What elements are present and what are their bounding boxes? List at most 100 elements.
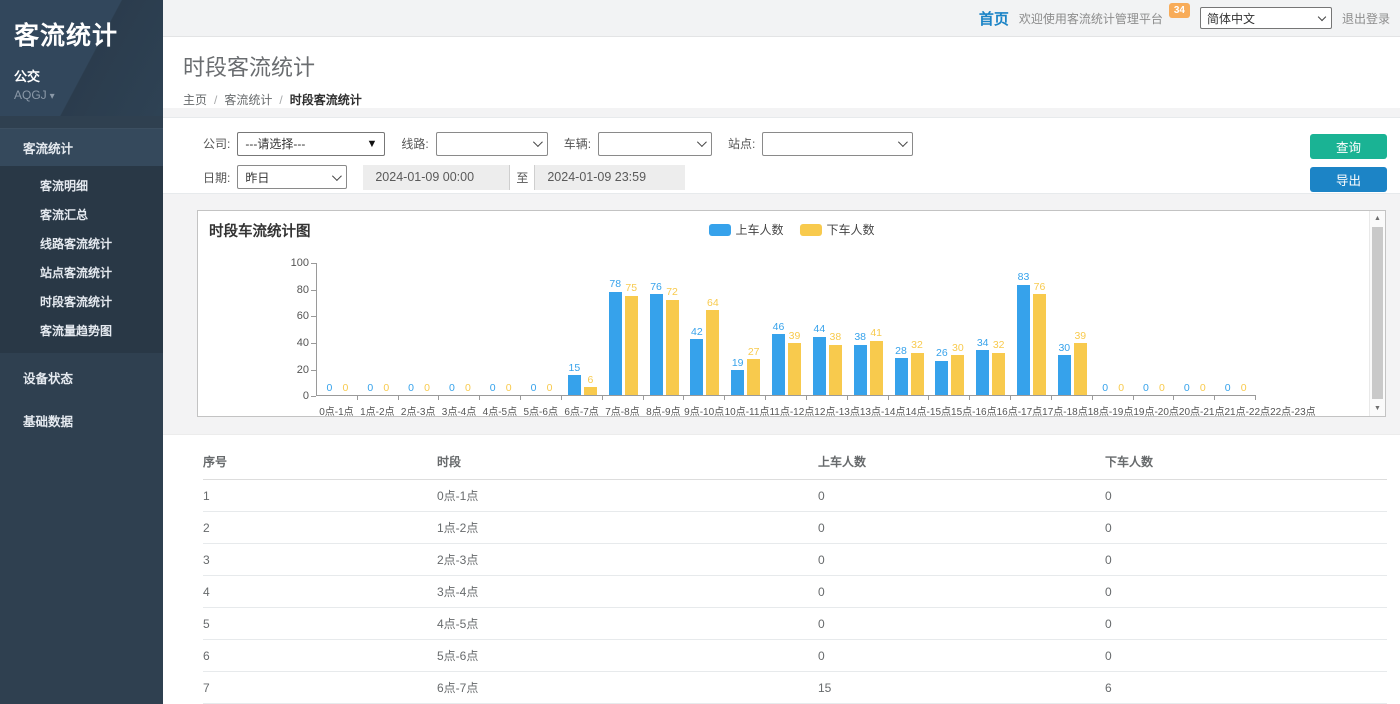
line-label: 线路: <box>401 135 428 152</box>
bar[interactable] <box>813 337 826 396</box>
scrollbar-thumb[interactable] <box>1372 227 1383 399</box>
spacer <box>163 108 1400 117</box>
sidebar-subitem-5[interactable]: 客流量趋势图 <box>0 316 163 345</box>
sidebar-nav: 客流统计 客流明细客流汇总线路客流统计站点客流统计时段客流统计客流量趋势图 设备… <box>0 128 163 439</box>
bar-column: 32 <box>911 340 924 395</box>
bar[interactable] <box>829 345 842 396</box>
bar[interactable] <box>1017 285 1030 395</box>
bar-value-label: 0 <box>1159 383 1165 394</box>
notification-badge[interactable]: 34 <box>1169 3 1190 18</box>
y-axis-tick-label: 80 <box>273 284 309 296</box>
legend-entry-0[interactable]: 上车人数 <box>708 221 783 238</box>
sidebar-item-base-data[interactable]: 基础数据 <box>0 402 163 439</box>
x-axis-category-label: 19点-20点 <box>1133 403 1179 418</box>
sidebar-subitem-1[interactable]: 客流汇总 <box>0 200 163 229</box>
bar[interactable] <box>951 355 964 395</box>
bar-value-label: 72 <box>666 287 678 298</box>
breadcrumb-home[interactable]: 主页 <box>183 91 207 108</box>
spacer <box>163 194 1400 211</box>
filter-row-1: 公司: ---请选择--- ▼ 线路: 车辆: 站点: <box>203 132 913 156</box>
bar-value-label: 19 <box>732 358 744 369</box>
bar[interactable] <box>650 294 663 395</box>
bar[interactable] <box>731 370 744 395</box>
table-cell: 4 <box>203 576 437 608</box>
sidebar-subitem-0[interactable]: 客流明细 <box>0 171 163 200</box>
date-to-input[interactable]: 2024-01-09 23:59 <box>535 165 685 190</box>
bar[interactable] <box>625 296 638 396</box>
spacer <box>163 417 1400 434</box>
legend-entry-1[interactable]: 下车人数 <box>800 221 875 238</box>
chart-scrollbar[interactable]: ▲ ▼ <box>1369 211 1385 416</box>
y-axis-tick-mark <box>311 370 316 371</box>
user-menu[interactable]: AQGJ▾ <box>14 88 149 102</box>
bar[interactable] <box>911 353 924 396</box>
language-select[interactable]: 简体中文 <box>1200 7 1332 29</box>
table-column-header: 下车人数 <box>1105 447 1387 480</box>
page-title: 时段客流统计 <box>183 50 1400 82</box>
vehicle-select[interactable] <box>598 132 712 156</box>
scroll-down-icon[interactable]: ▼ <box>1370 401 1385 416</box>
bar[interactable] <box>666 300 679 396</box>
breadcrumb-section[interactable]: 客流统计 <box>224 91 272 108</box>
bar[interactable] <box>772 334 785 395</box>
bar[interactable] <box>976 350 989 395</box>
bar[interactable] <box>584 387 597 395</box>
x-axis-category-label: 5点-6点 <box>520 403 561 418</box>
bar-value-label: 0 <box>465 383 471 394</box>
bar-value-label: 76 <box>650 282 662 293</box>
bar[interactable] <box>870 341 883 396</box>
date-from-input[interactable]: 2024-01-09 00:00 <box>363 165 509 190</box>
logout-link[interactable]: 退出登录 <box>1342 10 1390 27</box>
bar-group-13: 3841 <box>848 263 889 395</box>
bar-value-label: 46 <box>773 322 785 333</box>
bar-value-label: 32 <box>911 340 923 351</box>
sidebar-subitem-3[interactable]: 站点客流统计 <box>0 258 163 287</box>
x-axis-category-label: 20点-21点 <box>1179 403 1225 418</box>
breadcrumb-separator: / <box>279 93 282 107</box>
bar[interactable] <box>895 358 908 395</box>
bar-group-18: 3039 <box>1052 263 1093 395</box>
bar[interactable] <box>1033 294 1046 395</box>
bar[interactable] <box>1058 355 1071 395</box>
sidebar-subitem-4[interactable]: 时段客流统计 <box>0 287 163 316</box>
language-select-value: 简体中文 <box>1207 10 1255 27</box>
bar-group-1: 00 <box>358 263 399 395</box>
bar[interactable] <box>1074 343 1087 395</box>
sidebar-item-passenger-stats[interactable]: 客流统计 <box>0 128 163 166</box>
bar-value-label: 0 <box>1241 383 1247 394</box>
sidebar-subitem-2[interactable]: 线路客流统计 <box>0 229 163 258</box>
query-button[interactable]: 查询 <box>1310 134 1387 159</box>
export-button[interactable]: 导出 <box>1310 167 1387 192</box>
x-axis-category-label: 12点-13点 <box>814 403 860 418</box>
sidebar-item-device-status[interactable]: 设备状态 <box>0 359 163 396</box>
date-preset-select[interactable]: 昨日 <box>237 165 347 189</box>
bar[interactable] <box>935 361 948 396</box>
home-link[interactable]: 首页 <box>979 8 1009 29</box>
table-cell: 7 <box>203 672 437 704</box>
bar-group-0: 00 <box>317 263 358 395</box>
bar-column: 0 <box>1155 383 1168 396</box>
bar[interactable] <box>706 310 719 395</box>
line-select[interactable] <box>436 132 548 156</box>
bar-column: 0 <box>323 383 336 396</box>
company-select[interactable]: ---请选择--- ▼ <box>237 132 385 156</box>
station-select[interactable] <box>762 132 913 156</box>
bar-column: 38 <box>829 332 842 395</box>
bar-column: 76 <box>650 282 663 396</box>
bar[interactable] <box>690 339 703 395</box>
bar-value-label: 38 <box>854 332 866 343</box>
table-cell: 0 <box>1105 544 1387 576</box>
bar[interactable] <box>992 353 1005 396</box>
table-cell: 3点-4点 <box>437 576 818 608</box>
bar-value-label: 0 <box>342 383 348 394</box>
bar[interactable] <box>747 359 760 395</box>
bar[interactable] <box>609 292 622 396</box>
legend-swatch <box>800 224 822 236</box>
x-axis-category-label: 11点-12点 <box>769 403 814 418</box>
bar[interactable] <box>788 343 801 395</box>
bar[interactable] <box>854 345 867 396</box>
bar[interactable] <box>568 375 581 395</box>
scroll-up-icon[interactable]: ▲ <box>1370 211 1385 226</box>
table-cell: 0 <box>1105 608 1387 640</box>
app-logo-title: 客流统计 <box>14 16 149 52</box>
